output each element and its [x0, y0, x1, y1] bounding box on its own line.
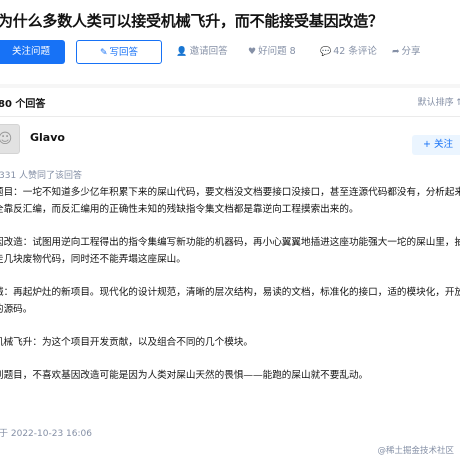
- write-answer-label: 写回答: [109, 47, 139, 58]
- answer-paragraph: 到题目，不喜欢基因改造可能是因为人类对屎山天然的畏惧——能跑的屎山就不要乱动。: [0, 370, 369, 381]
- invite-answer-button[interactable]: 👤 邀请回答: [168, 40, 236, 64]
- question-actions: 关注问题 ✎ 写回答 👤 邀请回答 ♥ 好问题 8 💬 42 条评论 ➦ 分享: [0, 40, 460, 64]
- share-label: 分享: [401, 46, 421, 57]
- answer-card: 80 个回答 默认排序 ⇅ ☺ Glavo + 关注 331 人赞同了该回答 题…: [0, 88, 460, 460]
- share-icon: ➦: [392, 47, 400, 57]
- follow-author-button[interactable]: + 关注: [412, 135, 460, 155]
- question-header: 为什么多数人类可以接受机械飞升，而不能接受基因改造？ 关注问题 ✎ 写回答 👤 邀请…: [0, 0, 460, 84]
- comments-label: 42 条评论: [333, 46, 377, 57]
- watermark: @稀土掘金技术社区: [377, 446, 454, 456]
- answers-header: 80 个回答 默认排序 ⇅: [0, 88, 460, 117]
- vote-stats: 331 人赞同了该回答: [0, 171, 83, 181]
- good-question-label: 好问题 8: [258, 46, 296, 57]
- share-button[interactable]: ➦ 分享: [392, 40, 421, 64]
- sort-dropdown[interactable]: 默认排序 ⇅: [418, 95, 460, 108]
- comments-button[interactable]: 💬 42 条评论: [320, 40, 377, 64]
- answer-paragraph: 题目：一坨不知道多少亿年积累下来的屎山代码，要文档没文档要接口没接口，甚至连源代…: [0, 187, 460, 215]
- answer-count: 80 个回答: [0, 99, 46, 110]
- answer-paragraph: 因改造：试图用逆向工程得出的指令集编写新功能的机器码，再小心翼翼地插进这座功能强…: [0, 237, 460, 265]
- answer-paragraph: 械：再起炉灶的新项目。现代化的设计规范，清晰的层次结构，易读的文档，标准化的接口…: [0, 287, 460, 315]
- heart-icon: ♥: [248, 47, 257, 57]
- write-answer-button[interactable]: ✎ 写回答: [76, 40, 162, 64]
- good-question-button[interactable]: ♥ 好问题 8: [248, 40, 296, 64]
- pencil-icon: ✎: [99, 48, 108, 58]
- avatar[interactable]: ☺: [0, 124, 20, 154]
- sort-icon: ⇅: [456, 98, 460, 108]
- follow-question-button[interactable]: 关注问题: [0, 40, 65, 64]
- comment-icon: 💬: [320, 47, 332, 57]
- follow-author-label: 关注: [433, 139, 453, 150]
- author-name[interactable]: Glavo: [30, 131, 65, 144]
- answer-content: 题目：一坨不知道多少亿年积累下来的屎山代码，要文档没文档要接口没接口，甚至连源代…: [0, 184, 460, 400]
- sort-label: 默认排序: [417, 98, 454, 108]
- invite-answer-label: 邀请回答: [189, 46, 228, 57]
- publish-time[interactable]: 于 2022-10-23 16:06: [0, 426, 92, 439]
- plus-icon: +: [422, 139, 431, 150]
- person-plus-icon: 👤: [176, 47, 188, 57]
- question-title: 为什么多数人类可以接受机械飞升，而不能接受基因改造？: [0, 12, 383, 30]
- answer-paragraph: 机械飞升：为这个项目开发贡献，以及组合不同的几个模块。: [0, 337, 254, 348]
